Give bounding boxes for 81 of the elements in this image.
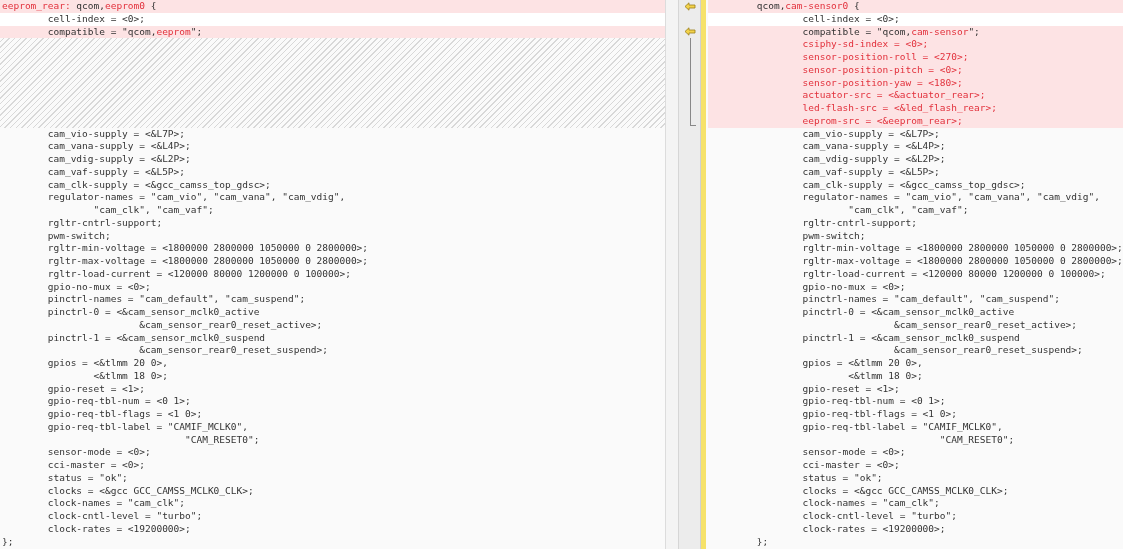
code-line: "cam_clk", "cam_vaf"; (848, 204, 969, 217)
code-line: clock-cntl-level = "turbo"; (802, 510, 957, 523)
code-line: cam_vdig-supply = <&L2P>; (47, 153, 191, 166)
code-line: cci-master = <0>; (802, 459, 900, 472)
code-line: rgltr-load-current = <120000 80000 1200000 0 100000>; (47, 267, 351, 281)
code-line: cell-index = <0>; (802, 12, 900, 26)
code-line: gpios = <&tlmm 20 0>, (802, 357, 923, 370)
code-line: csiphy-sd-index = <0>; (802, 38, 929, 51)
code-line: sensor-position-yaw = <180>; (802, 76, 963, 90)
code-line: sensor-position-pitch = <0>; (802, 63, 963, 77)
code-line: rgltr-min-voltage = <1800000 2800000 1050000 0 2800000>; (47, 242, 369, 255)
code-line: gpio-req-tbl-num = <0 1>; (47, 395, 191, 408)
code-line: "CAM_RESET0"; (185, 433, 260, 447)
code-line: pinctrl-1 = <&cam_sensor_mclk0_suspend (47, 331, 266, 345)
code-line: clock-rates = <19200000>; (802, 522, 946, 536)
code-line: cam_vio-supply = <&L7P>; (802, 127, 940, 141)
code-line: <&tlmm 18 0>; (93, 369, 168, 383)
code-line: "cam_clk", "cam_vaf"; (93, 204, 214, 217)
code-line: status = "ok"; (47, 471, 128, 485)
code-line: cam_vana-supply = <&L4P>; (47, 140, 191, 153)
code-line: clocks = <&gcc GCC_CAMSS_MCLK0_CLK>; (802, 484, 1009, 498)
code-line: gpio-req-tbl-flags = <1 0>; (802, 408, 957, 421)
code-line: compatible = "qcom,cam-sensor"; (802, 25, 980, 39)
code-line: eeprom_rear: qcom,eeprom0 { (2, 0, 157, 13)
code-line: sensor-position-roll = <270>; (802, 51, 969, 64)
code-line: cam_vdig-supply = <&L2P>; (802, 153, 946, 166)
code-line: rgltr-cntrl-support; (47, 216, 163, 230)
code-line: qcom,cam-sensor0 { (756, 0, 860, 13)
code-line: sensor-mode = <0>; (47, 446, 151, 459)
code-line: pinctrl-0 = <&cam_sensor_mclk0_active (47, 306, 260, 319)
code-line: actuator-src = <&actuator_rear>; (802, 89, 986, 102)
code-line: clock-rates = <19200000>; (47, 522, 191, 536)
code-line: rgltr-min-voltage = <1800000 2800000 1050000 0 2800000>; (802, 242, 1123, 255)
code-line: gpio-no-mux = <0>; (802, 280, 906, 294)
code-line: compatible = "qcom,eeprom"; (47, 25, 203, 39)
code-line: pinctrl-1 = <&cam_sensor_mclk0_suspend (802, 331, 1020, 345)
code-line: gpio-req-tbl-num = <0 1>; (802, 395, 946, 408)
code-line: cell-index = <0>; (47, 12, 145, 26)
code-line: cam_vana-supply = <&L4P>; (802, 140, 946, 153)
code-line: regulator-names = "cam_vio", "cam_vana", "cam_vdig", (47, 191, 346, 204)
code-line: gpio-reset = <1>; (47, 382, 145, 396)
code-line: pwm-switch; (47, 229, 111, 243)
code-line: }; (2, 535, 14, 549)
code-line: gpios = <&tlmm 20 0>, (47, 357, 168, 370)
code-line: pinctrl-names = "cam_default", "cam_suspend"; (47, 293, 306, 306)
code-line: gpio-req-tbl-label = "CAMIF_MCLK0", (47, 420, 248, 434)
code-line: cam_vaf-supply = <&L5P>; (802, 165, 940, 179)
arrow-left-icon[interactable] (683, 1, 696, 11)
code-line: gpio-req-tbl-flags = <1 0>; (47, 408, 203, 421)
code-line: clock-names = "cam_clk"; (47, 497, 186, 510)
code-line: rgltr-max-voltage = <1800000 2800000 1050000 0 2800000>; (47, 255, 369, 268)
code-line: "CAM_RESET0"; (939, 433, 1015, 447)
code-line: cam_clk-supply = <&gcc_camss_top_gdsc>; (47, 178, 271, 192)
code-line: clocks = <&gcc GCC_CAMSS_MCLK0_CLK>; (47, 484, 254, 498)
code-line: <&tlmm 18 0>; (848, 369, 923, 383)
arrow-left-icon[interactable] (683, 27, 696, 37)
code-line: cam_vaf-supply = <&L5P>; (47, 165, 186, 179)
code-line: gpio-no-mux = <0>; (47, 280, 151, 294)
code-line: rgltr-max-voltage = <1800000 2800000 1050000 0 2800000>; (802, 255, 1123, 268)
code-line: cam_clk-supply = <&gcc_camss_top_gdsc>; (802, 178, 1026, 192)
code-line: pinctrl-0 = <&cam_sensor_mclk0_active (802, 306, 1015, 319)
code-line: gpio-reset = <1>; (802, 382, 900, 396)
code-line: pinctrl-names = "cam_default", "cam_suspend"; (802, 293, 1060, 306)
code-line: &cam_sensor_rear0_reset_active>; (894, 318, 1078, 332)
code-line: &cam_sensor_rear0_reset_active>; (139, 318, 323, 332)
code-line: pwm-switch; (802, 229, 866, 243)
code-line: cam_vio-supply = <&L7P>; (47, 127, 186, 141)
code-line: &cam_sensor_rear0_reset_suspend>; (139, 344, 328, 357)
code-line: cci-master = <0>; (47, 459, 145, 472)
code-line: clock-cntl-level = "turbo"; (47, 510, 203, 523)
code-line: led-flash-src = <&led_flash_rear>; (802, 102, 997, 115)
code-line: rgltr-load-current = <120000 80000 1200000 0 100000>; (802, 267, 1106, 281)
code-line: sensor-mode = <0>; (802, 446, 906, 459)
code-line: clock-names = "cam_clk"; (802, 497, 940, 510)
code-line: regulator-names = "cam_vio", "cam_vana", "cam_vdig", (802, 191, 1100, 204)
code-line: }; (756, 535, 769, 549)
code-line: gpio-req-tbl-label = "CAMIF_MCLK0", (802, 420, 1003, 434)
code-line: &cam_sensor_rear0_reset_suspend>; (894, 344, 1083, 357)
code-line: eeprom-src = <&eeprom_rear>; (802, 114, 963, 128)
code-line: rgltr-cntrl-support; (802, 216, 917, 230)
code-line: status = "ok"; (802, 471, 883, 485)
